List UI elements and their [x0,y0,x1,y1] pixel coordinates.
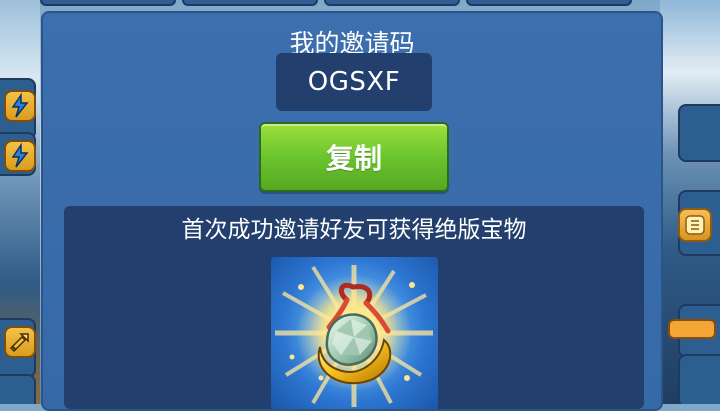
right-side-panel [678,354,720,404]
lightning-icon [4,90,36,122]
reward-box: 首次成功邀请好友可获得绝版宝物 [64,206,644,409]
right-side-panel [678,104,720,162]
amulet-icon [271,257,438,409]
badge-icon [678,208,712,242]
reward-text: 首次成功邀请好友可获得绝版宝物 [181,217,527,243]
invite-code: OGSXF [307,67,401,97]
top-tabs [40,0,680,6]
top-tab [324,0,460,6]
left-side-panel [0,374,36,404]
invite-code-box: OGSXF [276,53,432,111]
top-tab [40,0,176,6]
copy-button-label: 复制 [325,142,382,175]
invite-panel: 我的邀请码 OGSXF 复制 首次成功邀请好友可获得绝版宝物 [41,11,663,411]
sword-icon [4,326,36,358]
top-tab [466,0,632,6]
copy-button[interactable]: 复制 [259,122,449,192]
top-tab [182,0,318,6]
lightning-icon [4,140,36,172]
bar-icon [668,319,716,339]
